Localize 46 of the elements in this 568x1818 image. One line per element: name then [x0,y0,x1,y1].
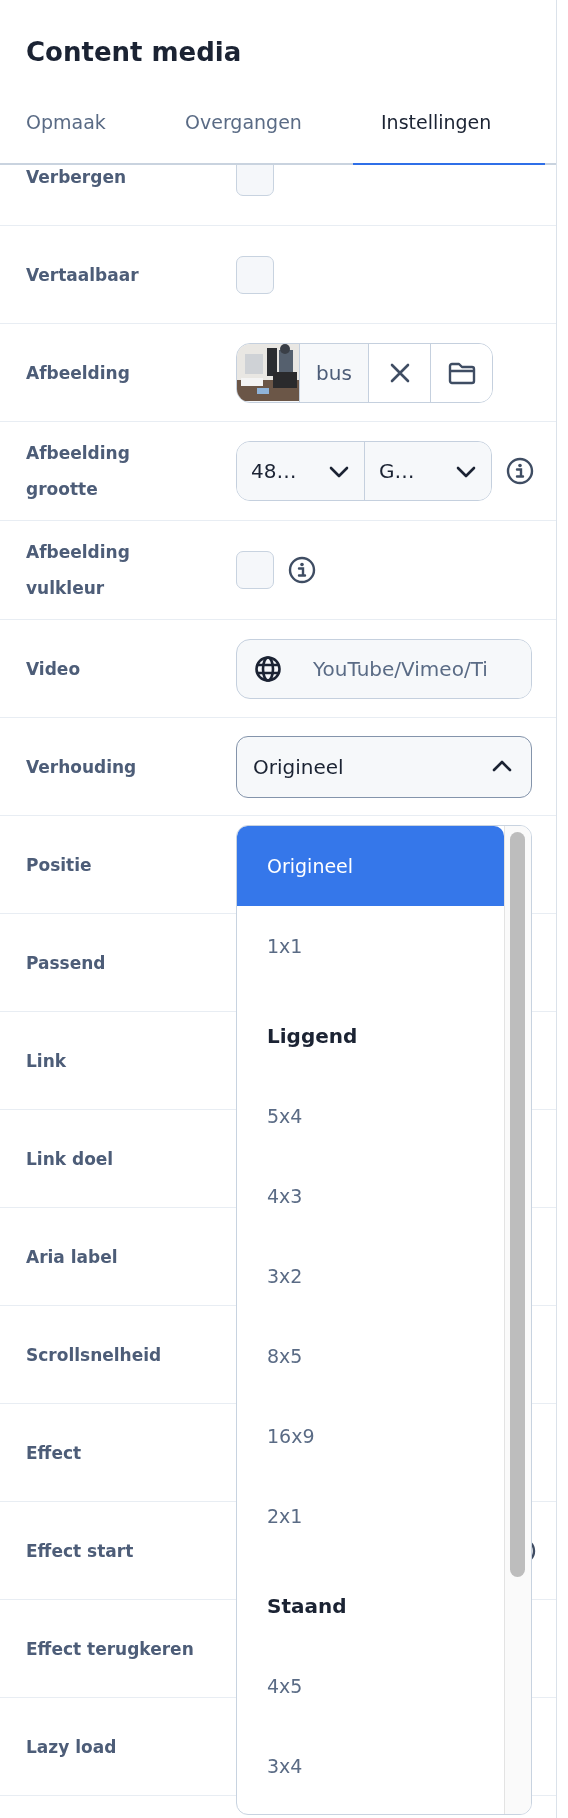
field-label: Passend [26,951,107,975]
select-field[interactable]: Origineel [236,735,532,798]
field-label: Scrollsnelheid [26,1343,163,1367]
tab[interactable]: Instellingen [353,108,545,165]
info-icon[interactable] [506,457,534,485]
dropdown-item[interactable]: Origineel [237,826,504,906]
field-label: Vertaalbaar [26,263,140,287]
field-label: Effect start [26,1539,135,1563]
field-label: Afbeelding [26,361,131,385]
field-label: Verbergen [26,165,128,189]
field-label: Video [26,657,82,681]
dropdown-item[interactable]: 5x4 [237,1076,504,1156]
field-label: Effect terugkeren [26,1637,195,1661]
checkbox[interactable] [236,165,274,196]
info-icon[interactable] [288,556,316,584]
close-icon [388,361,411,384]
field-label: Link [26,1049,68,1073]
checkbox[interactable] [236,255,274,294]
field-label: Aria label [26,1245,119,1269]
folder-icon [447,360,476,385]
image-picker[interactable]: bus [236,342,493,403]
scrollbar[interactable] [504,826,531,1814]
dropdown-item[interactable]: 2x1 [237,1476,504,1556]
dropdown-item[interactable]: 1x1 [237,906,504,986]
field-label: Positie [26,853,93,877]
globe-icon [254,654,282,683]
dropdown-item[interactable]: 16x9 [237,1396,504,1476]
field-label: Effect [26,1441,83,1465]
field-label: Afbeelding vulkleur [26,541,131,600]
dropdown-item[interactable]: 4x5 [237,1646,504,1726]
dropdown-item[interactable]: 3x2 [237,1236,504,1316]
tab[interactable]: Opmaak [0,108,157,165]
checkbox[interactable] [236,551,274,589]
scrollbar-thumb[interactable] [510,832,525,1577]
group-header: Staand [266,1593,348,1620]
field-label: Verhouding [26,755,138,779]
field-label: Lazy load [26,1735,118,1759]
field-label: Afbeelding grootte [26,442,131,501]
dropdown-item[interactable]: 8x5 [237,1316,504,1396]
panel-title: Content media [25,36,243,69]
dropdown-item[interactable]: 3x4 [237,1726,504,1806]
tab[interactable]: Overgangen [157,108,353,165]
dropdown-item[interactable]: 4x3 [237,1156,504,1236]
group-header: Liggend [266,1023,359,1050]
url-field[interactable]: YouTube/Vimeo/Ti [236,638,532,699]
field-label: Link doel [26,1147,115,1171]
